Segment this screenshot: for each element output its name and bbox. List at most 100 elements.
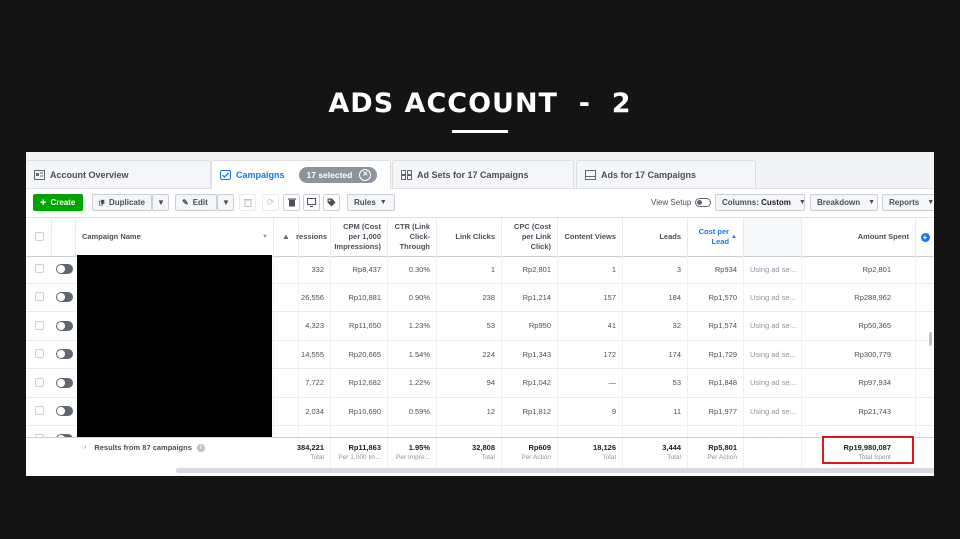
tab-ad-sets[interactable]: Ad Sets for 17 Campaigns [392,160,574,188]
edit-dropdown[interactable]: ▼ [217,194,234,211]
columns-dropdown[interactable]: Columns: Custom ▼ [715,194,806,211]
tab-ads[interactable]: Ads for 17 Campaigns [576,160,756,188]
total-value: 32,808 [472,443,495,452]
view-setup-toggle[interactable]: View Setup [651,198,712,207]
tab-label: Ads for 17 Campaigns [601,169,697,180]
total-value: Rp5,801 [708,443,737,452]
campaign-toggle[interactable] [56,264,73,274]
column-cpm[interactable]: CPM (Cost per 1,000 Impressions) [331,218,388,256]
cpc-cell: Rp2,801 [502,255,558,283]
refresh-button[interactable]: ⟳ [262,194,279,211]
cpc-cell: Rp1,812 [502,397,558,425]
clear-selection-icon[interactable]: ✕ [359,169,372,181]
content-views-cell: 172 [558,340,623,369]
add-column-icon[interactable]: + [920,232,930,242]
total-ctr: 1.95% Per Impre... [388,438,437,468]
total-value: Rp11,863 [348,443,381,452]
bid-cell: Using ad se... [744,340,802,369]
tab-campaigns[interactable]: Campaigns 17 selected ✕ [211,160,391,189]
row-checkbox[interactable] [35,377,44,387]
row-checkbox[interactable] [35,349,44,359]
reports-dropdown[interactable]: Reports ▼ [882,194,934,211]
breakdown-label: Breakdown [817,198,861,207]
edit-label: Edit [192,198,208,207]
column-impressions[interactable]: ressions [296,218,331,256]
expand-chevron-icon[interactable]: › [84,444,86,451]
rules-button[interactable]: Rules ▼ [347,194,395,211]
info-icon[interactable]: i [196,443,205,452]
refresh-icon: ⟳ [266,197,275,207]
ctr-cell: 0.59% [388,397,437,425]
total-caption: Total [602,454,616,461]
delivery-warning-cell [274,283,299,312]
tab-label: Campaigns [236,170,285,180]
column-leads[interactable]: Leads [623,218,688,256]
campaign-toggle[interactable] [56,406,73,416]
edit-button[interactable]: ✎ Edit [175,194,217,211]
create-button[interactable]: + Create [33,194,83,211]
ctr-cell: 0.90% [388,283,437,312]
column-label: CPM (Cost per 1,000 Impressions) [334,222,381,251]
tag-button[interactable] [323,194,340,211]
column-bid-strategy[interactable] [744,218,802,256]
column-link-clicks[interactable]: Link Clicks [437,218,502,256]
total-caption: Per Impre... [396,454,430,461]
table-header: Campaign Name ▼ ▲ ressions CPM (Cost per… [26,217,934,257]
amount-spent-cell: Rp2,801 [802,255,916,283]
results-summary[interactable]: › Results from 87 campaigns i [84,443,205,452]
column-label: Leads [659,232,681,241]
total-cpc: Rp609 Per Action [502,438,558,468]
campaign-toggle[interactable] [56,320,73,331]
campaign-toggle[interactable] [56,377,73,388]
title-underline [452,130,508,133]
column-label: Link Clicks [455,232,495,241]
tab-bar: Account Overview Campaigns 17 selected ✕… [26,152,934,189]
column-amount-spent[interactable]: Amount Spent [802,218,916,256]
duplicate-dropdown[interactable]: ▼ [152,194,169,211]
horizontal-scrollbar[interactable] [176,468,934,473]
total-value: Rp609 [528,443,551,452]
duplicate-button[interactable]: Duplicate [92,194,152,211]
sort-caret-icon[interactable]: ▼ [262,232,268,242]
toggle-switch[interactable] [695,198,712,207]
column-content-views[interactable]: Content Views [558,218,623,256]
selected-count: 17 selected [306,170,353,180]
campaign-toggle[interactable] [56,349,73,360]
column-campaign-name[interactable]: Campaign Name ▼ [76,218,274,256]
cpm-cell: Rp20,665 [331,340,388,369]
row-checkbox[interactable] [35,406,44,415]
breakdown-dropdown[interactable]: Breakdown ▼ [810,194,878,211]
column-cost-per-lead[interactable]: Cost per Lead ▲ [688,218,744,256]
select-all-checkbox[interactable] [35,232,44,241]
delete-button[interactable] [283,194,300,211]
row-checkbox[interactable] [35,292,44,302]
campaign-toggle[interactable] [56,292,73,303]
row-checkbox[interactable] [35,320,44,330]
row-checkbox[interactable] [35,264,44,273]
leads-cell: 184 [623,283,688,312]
selected-badge[interactable]: 17 selected ✕ [298,167,378,183]
total-caption: Per Action [521,454,551,461]
impressions-cell: 14,555 [299,340,331,369]
caret-down-icon: ▼ [927,199,934,206]
ctr-cell: 0.30% [388,255,437,283]
total-value: 384,221 [296,443,324,452]
impressions-cell: 2,034 [299,397,331,425]
cost-per-lead-cell: Rp1,729 [688,340,744,369]
tab-account-overview[interactable]: Account Overview [26,160,211,188]
preview-button[interactable] [303,194,320,211]
delivery-warning-cell [274,340,299,369]
column-ctr[interactable]: CTR (Link Click-Through [388,218,437,256]
create-label: Create [50,198,76,207]
amount-spent-cell: Rp97,934 [802,368,916,397]
total-bid-strategy [744,438,802,468]
vertical-scrollbar[interactable] [929,332,932,346]
columns-value: Custom [761,198,791,207]
bid-cell: Using ad se... [744,368,802,397]
caret-down-icon: ▼ [798,199,806,206]
account-overview-icon [34,169,45,180]
column-cpc[interactable]: CPC (Cost per Link Click) [502,218,558,256]
delete-draft-button[interactable] [239,194,256,211]
cost-per-lead-cell: Rp934 [688,255,744,283]
content-views-cell: 157 [558,283,623,312]
